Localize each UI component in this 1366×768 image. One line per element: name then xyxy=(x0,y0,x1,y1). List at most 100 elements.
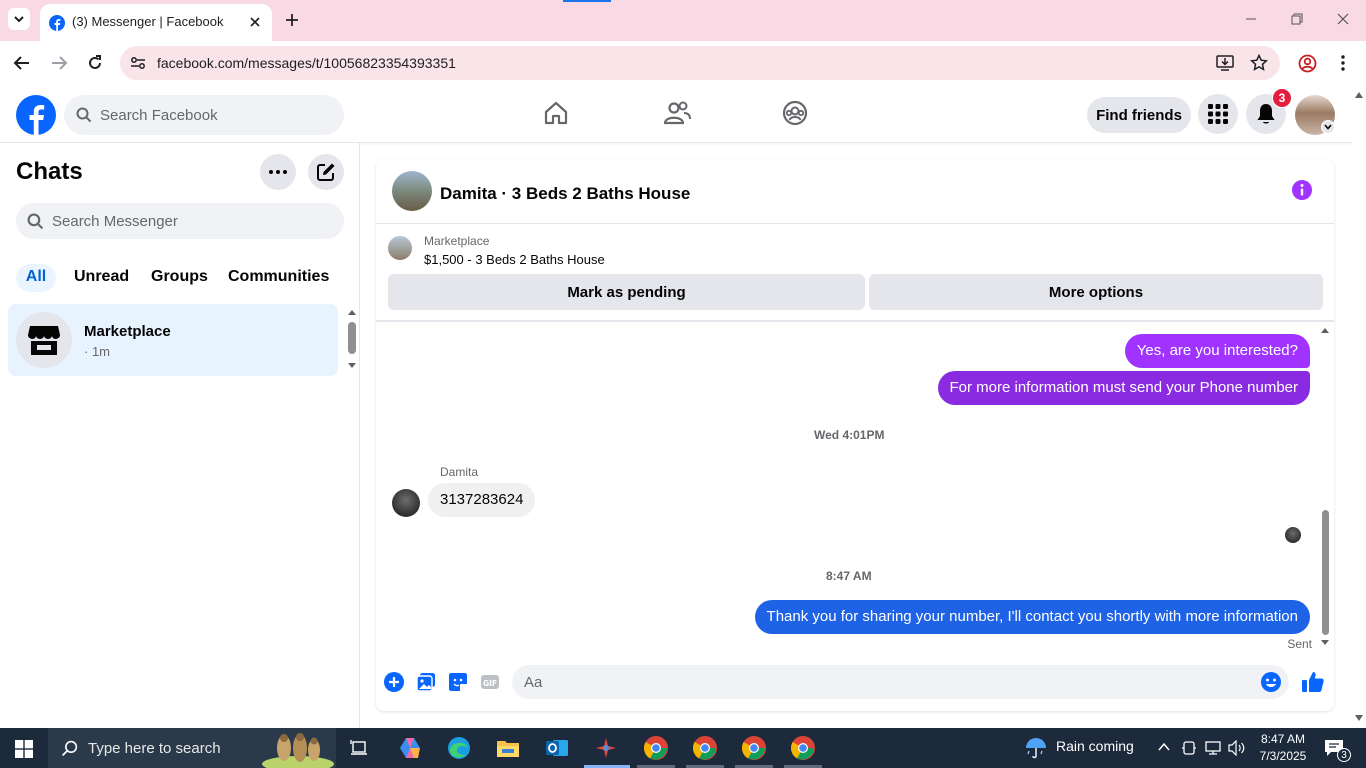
rain-weather-icon[interactable] xyxy=(1024,736,1048,760)
new-tab-icon[interactable] xyxy=(284,12,300,28)
add-attachment-icon[interactable] xyxy=(384,672,404,692)
scroll-up-icon[interactable] xyxy=(1355,92,1363,98)
volume-icon[interactable] xyxy=(1228,740,1246,756)
sender-avatar[interactable] xyxy=(392,489,420,517)
address-bar[interactable]: facebook.com/messages/t/1005682335439335… xyxy=(120,46,1280,80)
mark-as-pending-button[interactable]: Mark as pending xyxy=(388,274,865,310)
more-options-button[interactable]: More options xyxy=(869,274,1323,310)
outgoing-message[interactable]: For more information must send your Phon… xyxy=(937,371,1310,405)
messenger-search-input[interactable] xyxy=(52,203,332,239)
emoji-icon[interactable] xyxy=(1260,671,1282,693)
network-icon[interactable] xyxy=(1204,740,1222,756)
listing-thumbnail[interactable] xyxy=(388,236,412,260)
chrome-app[interactable] xyxy=(640,732,672,764)
scroll-down-icon[interactable] xyxy=(1320,639,1330,646)
outgoing-message[interactable]: Yes, are you interested? xyxy=(1124,334,1310,368)
scroll-up-icon[interactable] xyxy=(347,309,357,316)
thumbs-up-icon[interactable] xyxy=(1301,670,1325,694)
new-message-button[interactable] xyxy=(308,154,344,190)
restore-icon[interactable] xyxy=(1290,12,1304,26)
find-friends-button[interactable]: Find friends xyxy=(1087,97,1191,133)
seen-indicator-avatar xyxy=(1285,527,1301,543)
photo-icon[interactable] xyxy=(416,672,436,692)
close-tab-icon[interactable] xyxy=(248,15,262,29)
bookmark-star-icon[interactable] xyxy=(1250,54,1268,72)
scroll-up-icon[interactable] xyxy=(1320,327,1330,334)
incoming-message[interactable]: 3137283624 xyxy=(428,483,536,517)
message-input[interactable] xyxy=(524,665,1224,699)
filter-communities[interactable]: Communities xyxy=(228,264,329,292)
groups-icon[interactable] xyxy=(782,100,808,126)
minimize-icon[interactable] xyxy=(1244,12,1258,26)
edge-app[interactable] xyxy=(443,732,475,764)
device-icon[interactable] xyxy=(1182,740,1196,756)
chrome-app[interactable] xyxy=(689,732,721,764)
friends-icon[interactable] xyxy=(663,100,691,126)
url-text[interactable]: facebook.com/messages/t/1005682335439335… xyxy=(157,55,456,71)
conversation-avatar[interactable] xyxy=(392,171,432,211)
install-app-icon[interactable] xyxy=(1216,55,1234,71)
facebook-search-input[interactable] xyxy=(100,95,330,135)
task-view-button[interactable] xyxy=(344,732,376,764)
chats-options-button[interactable] xyxy=(260,154,296,190)
clock-time[interactable]: 8:47 AM xyxy=(1258,732,1308,746)
page-scrollbar[interactable] xyxy=(1352,86,1366,728)
show-hidden-icons-icon[interactable] xyxy=(1158,742,1170,752)
message-composer[interactable] xyxy=(512,665,1289,699)
chat-list-item[interactable]: Marketplace · 1m xyxy=(8,304,338,376)
taskbar-search[interactable]: Type here to search xyxy=(48,728,336,768)
copilot-app[interactable] xyxy=(394,732,426,764)
tab-title: (3) Messenger | Facebook xyxy=(72,14,224,29)
search-highlight-icon xyxy=(262,733,334,768)
tab-indicator xyxy=(563,0,611,2)
conversation-panel: Damita · 3 Beds 2 Baths House Marketplac… xyxy=(376,159,1334,711)
chats-scrollbar-thumb[interactable] xyxy=(348,322,356,354)
clock-date[interactable]: 7/3/2025 xyxy=(1256,749,1310,763)
forward-icon[interactable] xyxy=(50,55,68,71)
home-icon[interactable] xyxy=(543,100,569,126)
chrome-app[interactable] xyxy=(787,732,819,764)
filter-all[interactable]: All xyxy=(16,264,56,292)
browser-menu-icon[interactable] xyxy=(1340,54,1346,72)
info-icon[interactable] xyxy=(1292,180,1312,200)
reload-icon[interactable] xyxy=(86,54,104,72)
chat-name: Marketplace xyxy=(84,323,171,340)
facebook-logo-icon[interactable] xyxy=(16,95,56,135)
weather-text[interactable]: Rain coming xyxy=(1056,738,1134,754)
menu-button[interactable] xyxy=(1198,94,1238,134)
sticker-icon[interactable] xyxy=(448,672,468,692)
scroll-down-icon[interactable] xyxy=(1355,715,1363,721)
svg-text:GIF: GIF xyxy=(483,679,497,688)
message-timestamp: 8:47 AM xyxy=(826,569,872,583)
listing-title[interactable]: $1,500 - 3 Beds 2 Baths House xyxy=(424,252,605,267)
chrome-icon xyxy=(692,736,717,760)
file-explorer-app[interactable] xyxy=(492,732,524,764)
messages-scrollbar-thumb[interactable] xyxy=(1322,510,1329,635)
account-menu-toggle[interactable] xyxy=(1321,120,1335,134)
chevron-down-icon xyxy=(14,16,24,23)
filter-groups[interactable]: Groups xyxy=(151,264,208,292)
windows-start-icon[interactable] xyxy=(15,740,33,758)
chrome-app[interactable] xyxy=(738,732,770,764)
pinned-app[interactable] xyxy=(590,732,622,764)
chrome-icon xyxy=(741,736,766,760)
outgoing-message[interactable]: Thank you for sharing your number, I'll … xyxy=(754,600,1310,634)
browser-tab[interactable]: (3) Messenger | Facebook xyxy=(40,4,272,41)
conversation-title[interactable]: Damita · 3 Beds 2 Baths House xyxy=(440,184,690,204)
back-icon[interactable] xyxy=(13,55,31,71)
gif-icon[interactable]: GIF xyxy=(480,672,500,692)
window-close-icon[interactable] xyxy=(1336,12,1350,26)
scroll-down-icon[interactable] xyxy=(347,362,357,369)
task-view-icon xyxy=(350,740,367,755)
profile-icon[interactable] xyxy=(1298,54,1317,73)
browser-toolbar: facebook.com/messages/t/1005682335439335… xyxy=(0,41,1366,86)
message-timestamp: Wed 4:01PM xyxy=(814,428,885,442)
facebook-search[interactable] xyxy=(64,95,344,135)
messenger-search[interactable] xyxy=(16,203,344,239)
outlook-app[interactable] xyxy=(541,732,573,764)
search-icon xyxy=(61,740,78,757)
filter-unread[interactable]: Unread xyxy=(74,264,129,292)
bell-icon xyxy=(1257,104,1275,124)
tab-search-button[interactable] xyxy=(8,8,30,30)
site-settings-icon[interactable] xyxy=(130,56,146,70)
